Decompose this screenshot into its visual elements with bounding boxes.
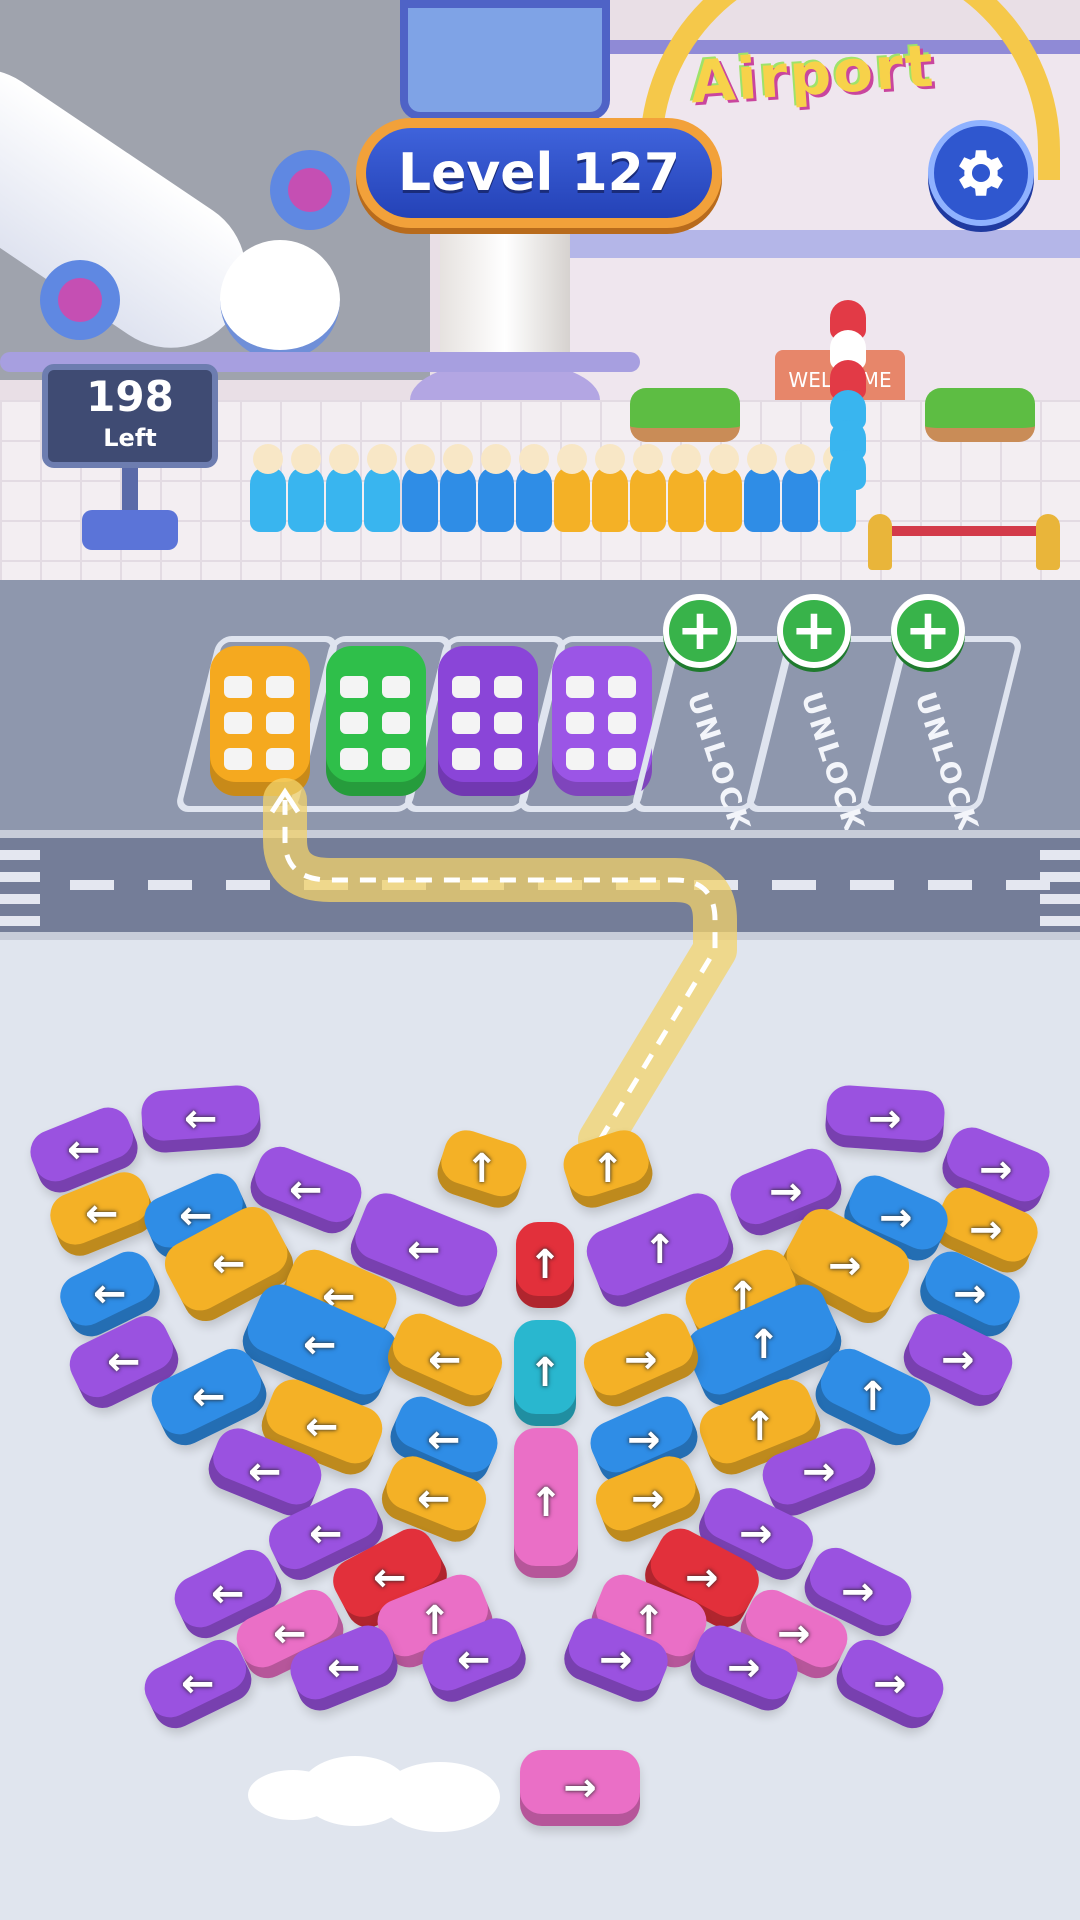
exiting-car[interactable]: →	[520, 1750, 640, 1826]
arrow-left-icon: ←	[184, 1096, 218, 1143]
arrow-right-icon: →	[627, 1417, 661, 1464]
arrow-right-icon: →	[873, 1660, 907, 1707]
arrow-left-icon: ←	[289, 1166, 323, 1213]
arrow-up-icon: ↑	[747, 1322, 781, 1369]
arrow-left-icon: ←	[417, 1475, 451, 1522]
car-cyan[interactable]: ↑	[514, 1320, 576, 1426]
arrow-right-icon: →	[979, 1146, 1013, 1193]
arrow-right-icon: →	[802, 1449, 836, 1496]
arrow-right-icon: →	[685, 1554, 719, 1601]
arrow-left-icon: ←	[303, 1321, 337, 1368]
arrow-left-icon: ←	[427, 1416, 461, 1463]
exhaust-cloud	[380, 1762, 500, 1832]
arrow-right-icon: →	[868, 1095, 902, 1142]
arrow-right-icon: →	[727, 1644, 761, 1691]
arrow-right-icon: →	[879, 1194, 913, 1241]
arrow-left-icon: ←	[93, 1271, 127, 1318]
route-path	[263, 778, 737, 1162]
arrow-left-icon: ←	[67, 1127, 101, 1174]
arrow-left-icon: ←	[107, 1339, 141, 1386]
arrow-right-icon: →	[769, 1169, 803, 1216]
arrow-up-icon: ↑	[643, 1227, 677, 1274]
arrow-right-icon: →	[739, 1510, 773, 1557]
car-purple[interactable]: →	[823, 1083, 947, 1155]
arrow-left-icon: ←	[212, 1241, 246, 1288]
arrow-right-icon: →	[953, 1270, 987, 1317]
arrow-up-icon: ↑	[528, 1350, 562, 1396]
car-purple[interactable]: ←	[139, 1083, 263, 1155]
arrow-left-icon: ←	[309, 1511, 343, 1558]
arrow-left-icon: ←	[248, 1448, 282, 1495]
arrow-left-icon: ←	[305, 1403, 339, 1450]
arrow-up-icon: ↑	[856, 1373, 890, 1420]
arrow-up-icon: ↑	[591, 1146, 625, 1193]
arrow-up-icon: ↑	[418, 1598, 452, 1645]
arrow-left-icon: ←	[192, 1374, 226, 1421]
arrow-left-icon: ←	[211, 1571, 245, 1618]
car-red[interactable]: ↑	[516, 1222, 574, 1308]
arrow-up-icon: ↑	[528, 1242, 562, 1288]
car-pink[interactable]: ↑	[514, 1428, 578, 1578]
arrow-right-icon: →	[841, 1568, 875, 1615]
arrow-left-icon: ←	[428, 1336, 462, 1383]
arrow-left-icon: ←	[85, 1191, 119, 1238]
arrow-up-icon: ↑	[465, 1145, 499, 1192]
arrow-up-icon: ↑	[743, 1404, 777, 1451]
arrow-left-icon: ←	[373, 1555, 407, 1602]
arrow-up-icon: ↑	[529, 1480, 563, 1526]
arrow-left-icon: ←	[457, 1637, 491, 1684]
arrow-left-icon: ←	[273, 1611, 307, 1658]
arrow-right-icon: →	[941, 1336, 975, 1383]
arrow-right-icon: →	[599, 1636, 633, 1683]
arrow-left-icon: ←	[181, 1661, 215, 1708]
arrow-right-icon: →	[563, 1765, 597, 1811]
arrow-right-icon: →	[631, 1476, 665, 1523]
arrow-right-icon: →	[969, 1206, 1003, 1253]
arrow-right-icon: →	[828, 1242, 862, 1289]
arrow-left-icon: ←	[407, 1226, 441, 1273]
arrow-left-icon: ←	[327, 1645, 361, 1692]
arrow-right-icon: →	[624, 1337, 658, 1384]
